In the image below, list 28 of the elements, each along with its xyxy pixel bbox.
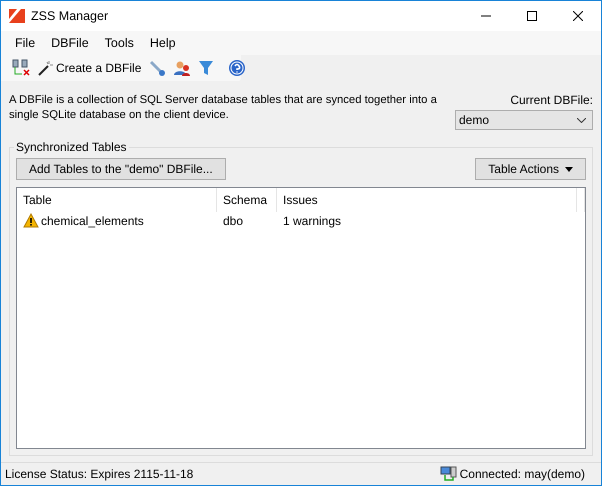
network-icon <box>440 466 458 482</box>
maximize-icon <box>527 11 537 21</box>
column-header[interactable]: Schema <box>217 188 277 212</box>
table-cell: 1 warnings <box>283 214 342 228</box>
window-title: ZSS Manager <box>31 9 110 23</box>
group-title: Synchronized Tables <box>15 140 128 154</box>
caret-icon <box>565 166 573 172</box>
close-icon <box>573 11 583 21</box>
table-actions-button[interactable]: Table Actions <box>475 158 586 180</box>
app-logo-icon <box>9 9 25 23</box>
menu-item[interactable]: Help <box>142 34 184 52</box>
menu-item[interactable]: File <box>7 34 44 52</box>
menu-item[interactable]: DBFile <box>43 34 97 52</box>
description-text: A DBFile is a collection of SQL Server database tables that are synced together into a single SQLite database on the client device. <box>9 93 438 123</box>
add-tables-button[interactable]: Add Tables to the "demo" DBFile... <box>16 158 226 180</box>
column-header[interactable]: Table <box>17 188 217 212</box>
chevron-down-icon <box>577 118 586 122</box>
dbfile-dropdown[interactable]: demo <box>455 110 593 130</box>
warning-icon <box>23 213 39 228</box>
column-header[interactable]: Issues <box>277 188 577 212</box>
wand-icon <box>37 60 53 76</box>
table-cell: chemical_elements <box>41 214 144 228</box>
table-cell: dbo <box>223 214 244 228</box>
connection-status: Connected: may(demo) <box>460 467 585 481</box>
license-status: License Status: Expires 2115-11-18 <box>5 467 194 481</box>
tables-button[interactable] <box>10 58 32 78</box>
current-dbfile-label: Current DBFile: <box>510 93 593 107</box>
menu-item[interactable]: Tools <box>96 34 142 52</box>
